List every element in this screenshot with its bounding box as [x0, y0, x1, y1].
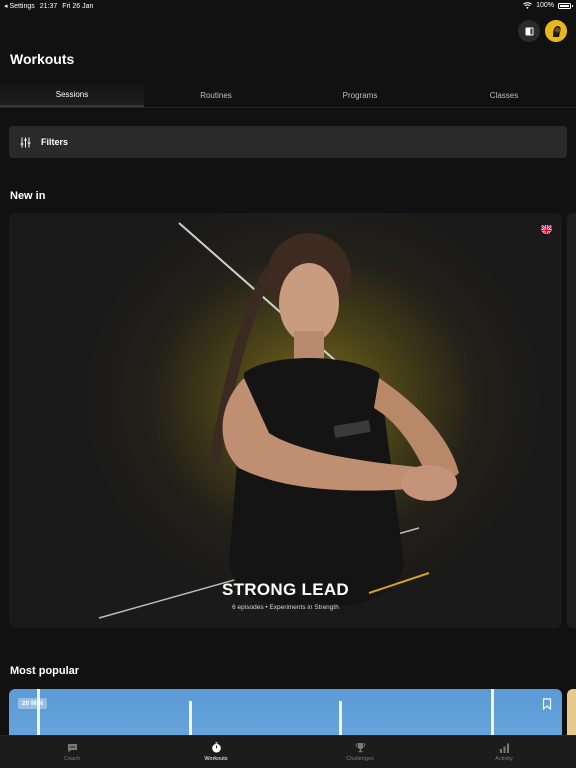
duration-badge: 20 MIN: [18, 698, 47, 709]
featured-workout-subtitle: 6 episodes • Experiments in Strength: [232, 604, 339, 611]
avatar-icon: [545, 20, 567, 42]
wifi-icon: [523, 2, 532, 9]
battery-icon: [558, 2, 573, 9]
section-title-new-in: New in: [10, 190, 46, 202]
uk-flag-icon: [541, 223, 552, 234]
next-featured-card[interactable]: [567, 213, 576, 628]
status-time: 21:37: [39, 2, 58, 10]
athlete-image: [98, 222, 459, 619]
section-title-most-popular: Most popular: [10, 665, 80, 677]
tabbar-label: Activity: [495, 755, 513, 762]
battery-percent: 100%: [536, 2, 554, 9]
featured-workout-title: STRONG LEAD: [221, 580, 350, 599]
tabbar-workouts[interactable]: Workouts: [144, 736, 288, 768]
tab-sessions[interactable]: Sessions: [0, 84, 144, 107]
book-icon: [525, 27, 533, 35]
stopwatch-icon: [211, 742, 221, 753]
page-title: Workouts: [10, 51, 75, 67]
tab-routines[interactable]: Routines: [144, 84, 288, 107]
chat-bubble-icon: [67, 743, 77, 752]
sliders-icon: [20, 137, 31, 147]
status-bar: ◂ Settings 21:37 Fri 26 Jan 100%: [0, 0, 576, 12]
bar-chart-icon: [499, 743, 509, 753]
status-date: Fri 26 Jan: [62, 2, 94, 10]
header-actions: [518, 20, 567, 42]
filters-label: Filters: [41, 137, 69, 147]
tab-classes[interactable]: Classes: [432, 84, 576, 107]
bottom-tab-bar: Coach Workouts Challenges Activity: [0, 735, 576, 768]
bookmark-icon[interactable]: [542, 698, 552, 710]
segment-tabs: Sessions Routines Programs Classes: [0, 84, 576, 108]
tab-programs[interactable]: Programs: [288, 84, 432, 107]
trophy-icon: [355, 743, 365, 753]
tabbar-label: Workouts: [204, 756, 228, 762]
tabbar-label: Challenges: [346, 756, 374, 762]
featured-workout-card[interactable]: STRONG LEAD 6 episodes • Experiments in …: [9, 213, 562, 628]
filters-button[interactable]: Filters: [9, 126, 567, 158]
tabbar-activity[interactable]: Activity: [432, 736, 576, 768]
tabbar-coach[interactable]: Coach: [0, 736, 144, 768]
tabbar-label: Coach: [64, 755, 80, 762]
saved-button[interactable]: [518, 20, 540, 42]
profile-avatar[interactable]: [545, 20, 567, 42]
back-to-settings-link[interactable]: ◂ Settings: [4, 2, 35, 10]
tabbar-challenges[interactable]: Challenges: [288, 736, 432, 768]
